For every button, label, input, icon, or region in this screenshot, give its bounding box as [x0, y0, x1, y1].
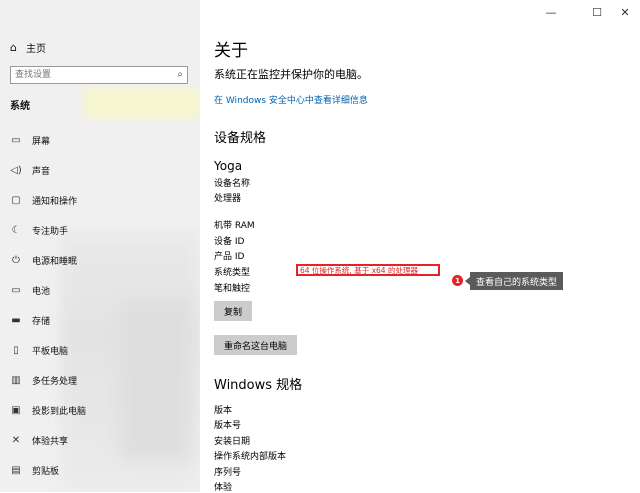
spec-label: 版本号 — [214, 421, 242, 431]
project-icon: ▣ — [11, 404, 21, 416]
sidebar-item-label: 剪贴板 — [32, 466, 60, 477]
search-box[interactable]: ⌕ — [10, 66, 188, 84]
sidebar-item-clipboard[interactable]: ▤ 剪贴板 — [10, 461, 59, 479]
annotation-marker: 1 — [452, 275, 463, 286]
moon-icon: ☾ — [11, 224, 21, 236]
sidebar-item-label: 多任务处理 — [32, 376, 78, 387]
sidebar-item-label: 通知和操作 — [32, 196, 78, 207]
spec-label: 设备 ID — [214, 237, 245, 247]
battery-icon: ▭ — [11, 284, 21, 296]
spec-label: 序列号 — [214, 468, 242, 478]
main-content: 关于 系统正在监控并保护你的电脑。 在 Windows 安全中心中查看详细信息 … — [200, 0, 640, 493]
sidebar-item-notifications[interactable]: ▢ 通知和操作 — [10, 191, 77, 209]
spec-label: 机带 RAM — [214, 221, 255, 231]
spec-label: 产品 ID — [214, 252, 245, 262]
spec-label: 版本 — [214, 406, 233, 416]
share-icon: ✕ — [11, 434, 21, 446]
sidebar-item-label: 屏幕 — [32, 136, 51, 147]
spec-label: 体验 — [214, 483, 233, 493]
spec-label: 笔和触控 — [214, 284, 251, 294]
sidebar-item-label: 电源和睡眠 — [32, 256, 78, 267]
sidebar-item-focus-assist[interactable]: ☾ 专注助手 — [10, 221, 69, 239]
multitask-icon: ▥ — [11, 374, 21, 386]
sidebar-item-label: 投影到此电脑 — [32, 406, 87, 417]
sidebar-item-display[interactable]: ▭ 屏幕 — [10, 131, 50, 149]
sidebar-item-label: 声音 — [32, 166, 51, 177]
sidebar-item-label: 电池 — [32, 286, 51, 297]
spec-label: 系统类型 — [214, 268, 251, 278]
windows-specs-heading: Windows 规格 — [214, 378, 303, 393]
notification-icon: ▢ — [11, 194, 21, 206]
annotation-callout: 查看自己的系统类型 — [464, 272, 564, 290]
system-type-value: 64 位操作系统, 基于 x64 的处理器 — [300, 265, 418, 275]
speaker-icon: ◁) — [10, 164, 22, 176]
home-icon: ⌂ — [10, 40, 17, 54]
clipboard-icon: ▤ — [11, 464, 21, 476]
spec-label: 安装日期 — [214, 437, 251, 447]
home-nav-item[interactable]: ⌂ 主页 — [10, 38, 46, 56]
sidebar-item-sound[interactable]: ◁) 声音 — [10, 161, 50, 179]
copy-button[interactable]: 复制 — [214, 301, 253, 321]
display-icon: ▭ — [11, 134, 21, 146]
blurred-region — [120, 300, 190, 460]
sidebar-item-projecting[interactable]: ▣ 投影到此电脑 — [10, 401, 86, 419]
sidebar-item-label: 平板电脑 — [32, 346, 69, 357]
search-icon[interactable]: ⌕ — [177, 69, 183, 80]
storage-icon: ▬ — [11, 314, 21, 326]
device-name-value: Yoga — [214, 159, 243, 173]
blurred-region — [84, 88, 200, 118]
system-type-highlight: 64 位操作系统, 基于 x64 的处理器 — [296, 264, 440, 276]
search-input[interactable] — [15, 68, 165, 82]
security-center-link[interactable]: 在 Windows 安全中心中查看详细信息 — [214, 93, 368, 106]
spec-label: 处理器 — [214, 194, 242, 204]
spec-label: 设备名称 — [214, 179, 251, 189]
sidebar-item-label: 存储 — [32, 316, 51, 327]
page-title: 关于 — [214, 41, 248, 61]
sidebar-item-label: 体验共享 — [32, 436, 69, 447]
sidebar-item-multitasking[interactable]: ▥ 多任务处理 — [10, 371, 77, 389]
power-icon: ⏻ — [12, 254, 20, 266]
spec-label: 操作系统内部版本 — [214, 452, 287, 462]
rename-pc-button[interactable]: 重命名这台电脑 — [214, 335, 298, 355]
tablet-icon: ▯ — [13, 344, 19, 356]
sidebar-item-storage[interactable]: ▬ 存储 — [10, 311, 50, 329]
sidebar-section-title: 系统 — [10, 101, 30, 112]
sidebar-item-label: 专注助手 — [32, 226, 69, 237]
sidebar-item-battery[interactable]: ▭ 电池 — [10, 281, 50, 299]
device-specs-heading: 设备规格 — [214, 131, 267, 146]
sidebar-item-shared-experiences[interactable]: ✕ 体验共享 — [10, 431, 68, 449]
sidebar-item-power[interactable]: ⏻ 电源和睡眠 — [10, 251, 77, 269]
home-label: 主页 — [25, 43, 46, 55]
sidebar: ⌂ 主页 ⌕ 系统 ▭ 屏幕 ◁) 声音 ▢ 通知和操作 ☾ 专注助手 ⏻ 电源… — [0, 0, 200, 492]
sidebar-item-tablet[interactable]: ▯ 平板电脑 — [10, 341, 68, 359]
protection-status: 系统正在监控并保护你的电脑。 — [214, 68, 368, 81]
